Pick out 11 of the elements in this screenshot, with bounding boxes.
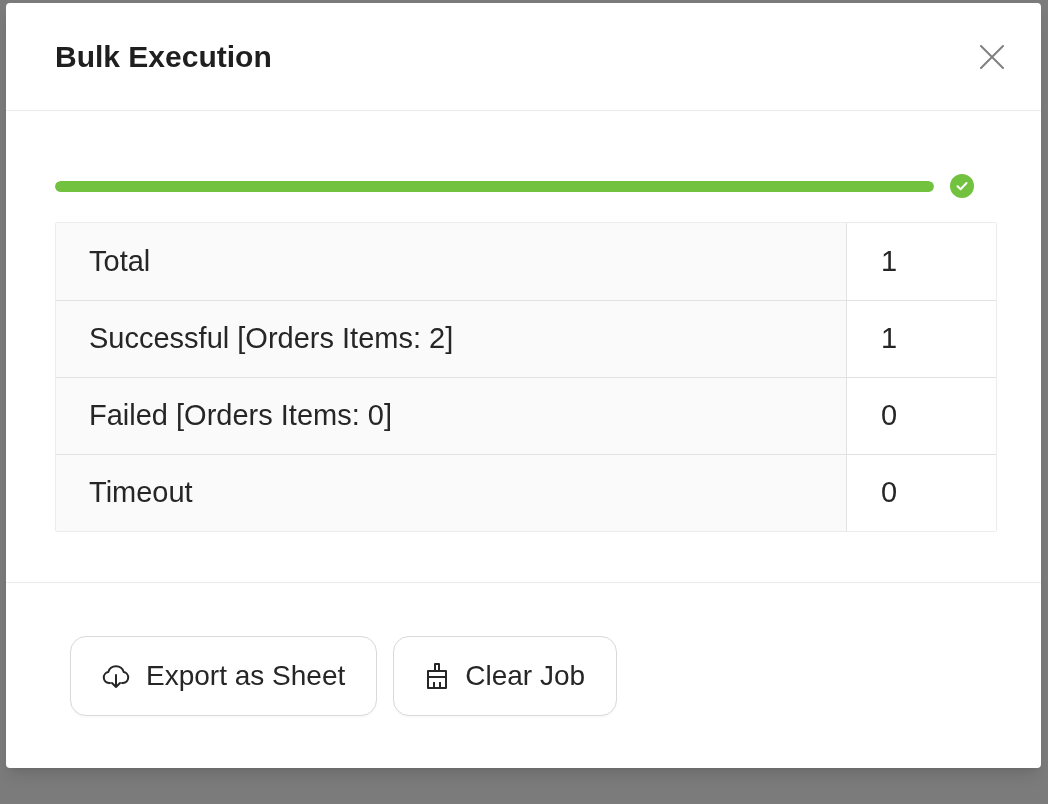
table-cell: Successful [Orders Items: 2] [56,300,847,377]
export-button[interactable]: Export as Sheet [70,635,378,716]
close-icon[interactable] [980,44,1004,69]
table-cell: Timeout [56,454,847,531]
table-cell: 0 [847,454,996,531]
cloud-download-icon [102,663,130,688]
clear-button[interactable]: Clear Job [393,635,618,716]
dialog-title: Bulk Execution [55,41,272,72]
table-cell: Total [56,223,847,300]
table-cell: Failed [Orders Items: 0] [56,377,847,454]
broom-icon [425,662,450,689]
